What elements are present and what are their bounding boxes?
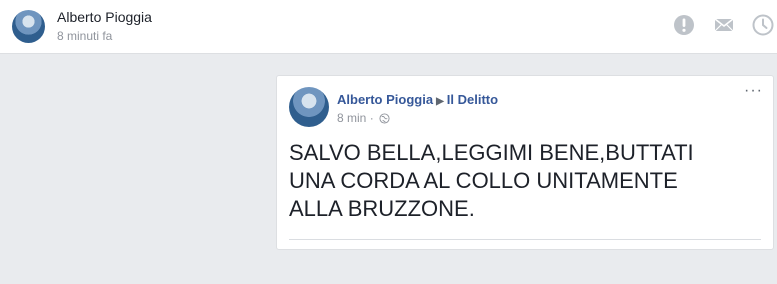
more-options-button[interactable]: ··· [744,82,763,100]
avatar[interactable] [289,87,329,127]
post-group[interactable]: Il Delitto [447,92,498,107]
post-header: Alberto Pioggia ▶ Il Delitto [337,92,498,107]
notification-time: 8 minuti fa [57,29,113,43]
post-author[interactable]: Alberto Pioggia [337,92,433,107]
avatar[interactable] [12,10,45,43]
mail-icon[interactable] [712,13,736,37]
notification-bar: Alberto Pioggia 8 minuti fa [0,0,777,54]
alert-icon[interactable] [672,13,696,37]
post-text: SALVO BELLA,LEGGIMI BENE,BUTTATI UNA COR… [289,140,694,221]
divider [289,239,761,240]
notification-author[interactable]: Alberto Pioggia [57,9,152,25]
clock-icon[interactable] [751,13,775,37]
post-meta: 8 min · [337,111,390,125]
triangle-right-icon: ▶ [436,96,444,107]
post-time[interactable]: 8 min [337,111,366,125]
globe-icon[interactable] [379,113,390,124]
post-card: Alberto Pioggia ▶ Il Delitto 8 min · ··· S… [276,75,774,250]
meta-separator: · [369,111,374,125]
